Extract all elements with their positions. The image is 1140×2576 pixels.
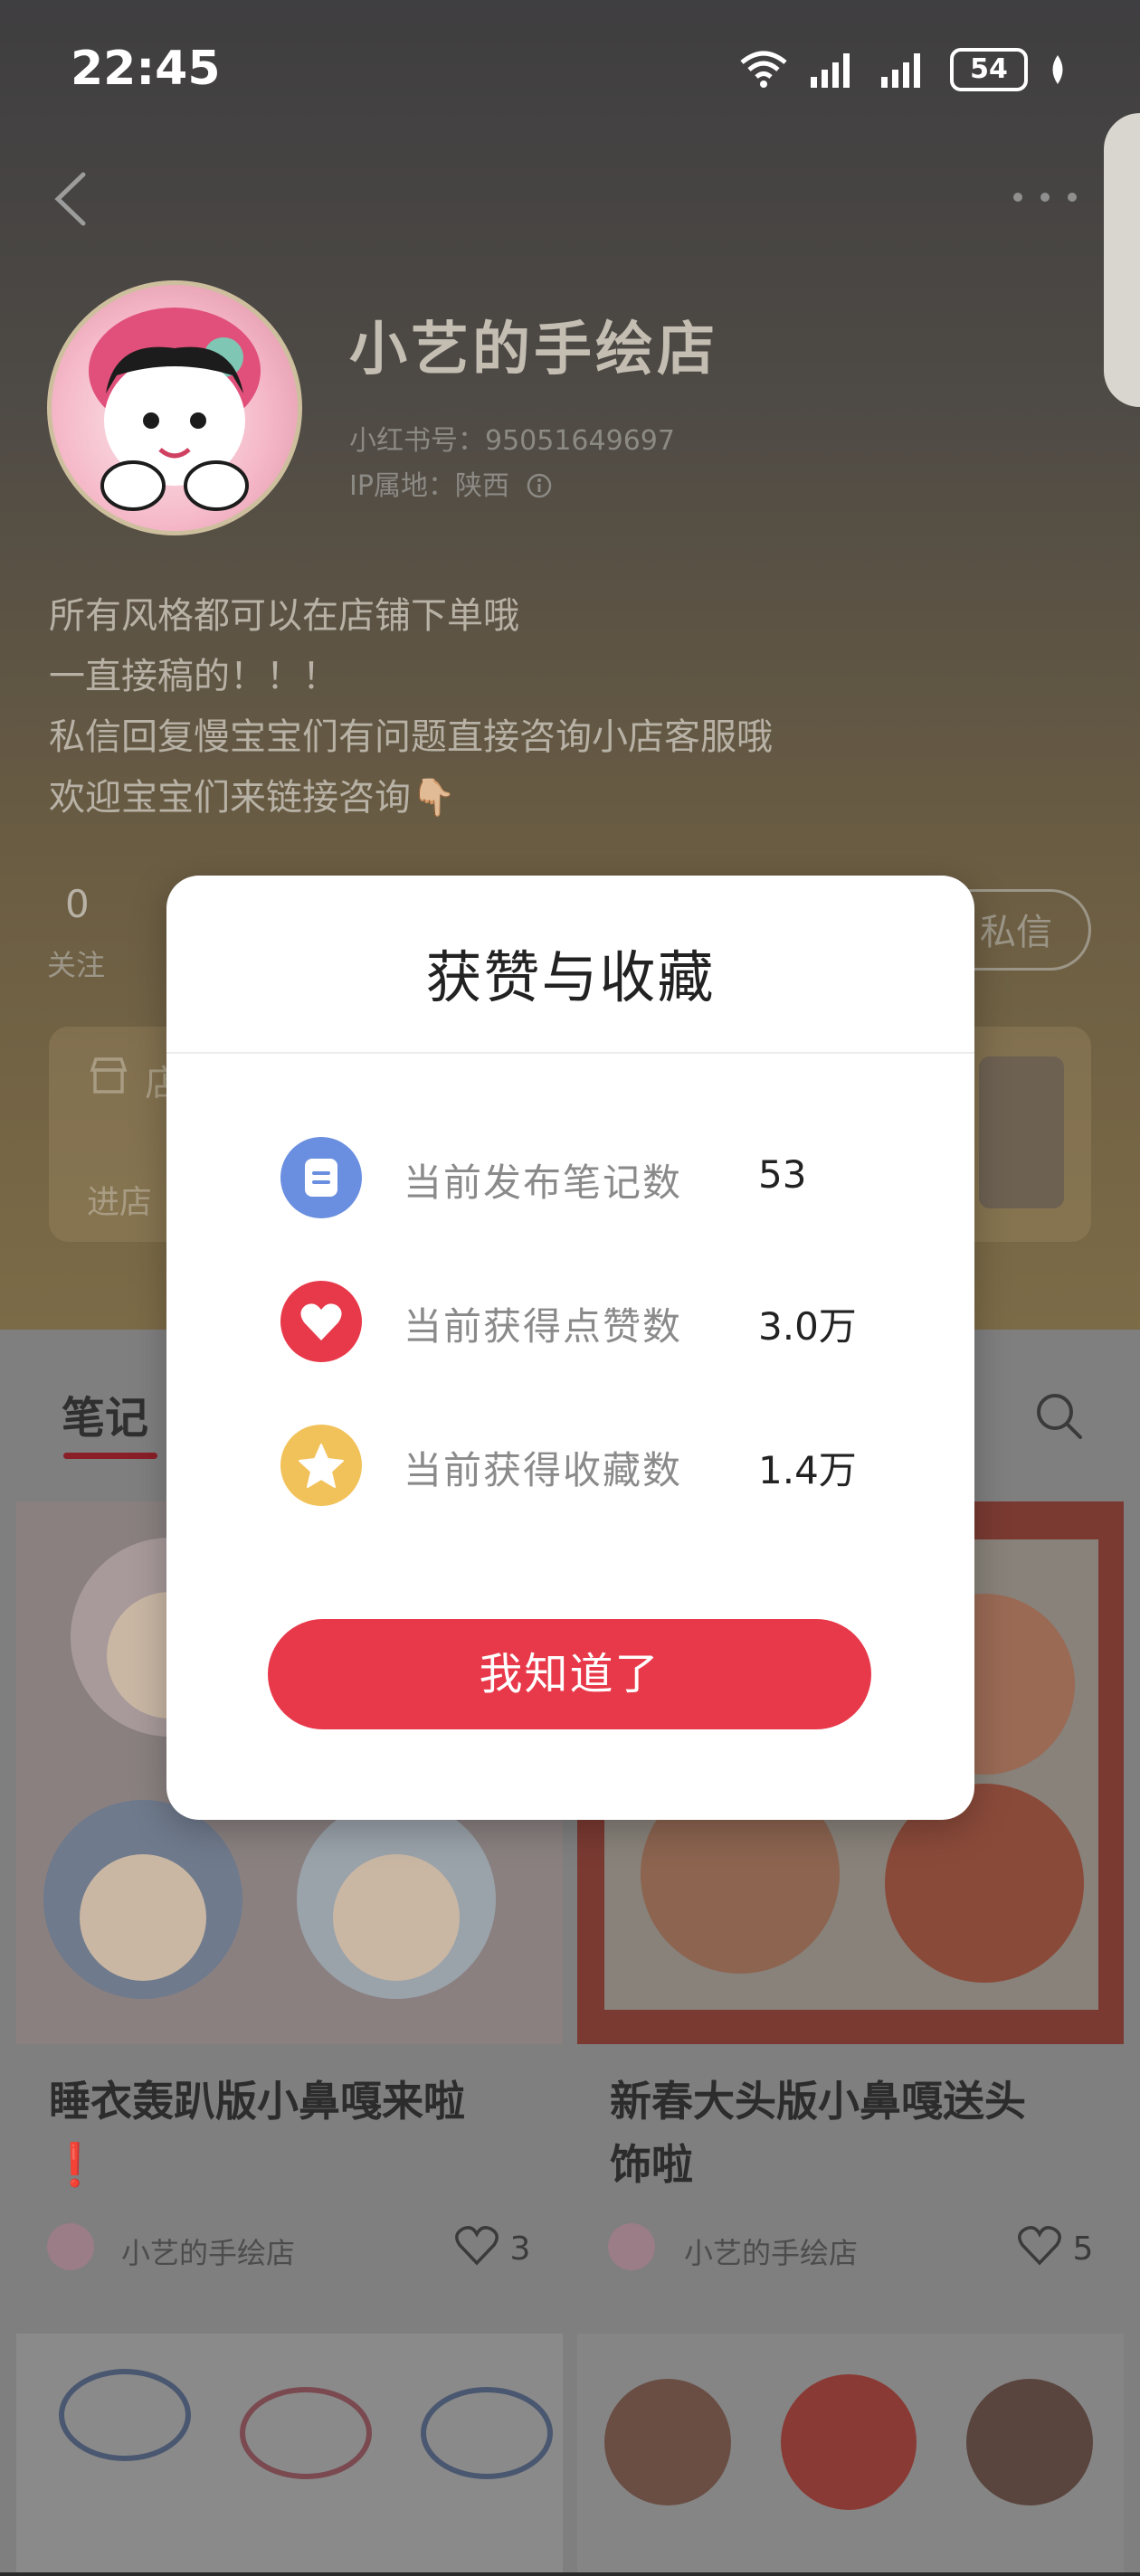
- note-title[interactable]: 新春大头版小鼻嘎送头: [610, 2069, 1026, 2133]
- shop-name: 小艺的手绘店: [349, 317, 718, 384]
- following-count[interactable]: 0: [65, 882, 90, 926]
- stat-value: 1.4万: [758, 1448, 857, 1492]
- stat-label: 当前发布笔记数: [404, 1160, 683, 1205]
- battery-indicator: 54: [950, 48, 1028, 91]
- note-cover-image[interactable]: [577, 2334, 1124, 2572]
- stat-label: 当前获得点赞数: [404, 1304, 683, 1349]
- heart-glyph: [300, 1303, 342, 1340]
- wifi-icon: [740, 51, 787, 88]
- dialog-title: 获赞与收藏: [425, 944, 716, 1010]
- profile-bio: 所有风格都可以在店铺下单哦 一直接稿的！！！ 私信回复慢宝宝们有问题直接咨询小店…: [49, 586, 773, 829]
- bio-line: 私信回复慢宝宝们有问题直接咨询小店客服哦: [49, 716, 773, 758]
- note-title-line2[interactable]: 饰啦: [610, 2133, 693, 2196]
- following-label[interactable]: 关注: [47, 942, 105, 984]
- avatar-illustration: [89, 308, 261, 511]
- note-author[interactable]: 小艺的手绘店: [121, 2230, 295, 2272]
- xhs-id: 小红书号：95051649697: [349, 425, 675, 457]
- signal-icon-2: [881, 53, 920, 88]
- ip-location-text: IP属地：陕西: [349, 470, 509, 502]
- notes-icon: [280, 1137, 362, 1218]
- bio-line: 所有风格都可以在店铺下单哦: [49, 595, 519, 637]
- heart-outline-icon: [1018, 2226, 1061, 2266]
- signal-icon: [811, 53, 850, 88]
- shop-avatar[interactable]: [47, 280, 302, 535]
- tab-notes[interactable]: 笔记: [62, 1382, 148, 1445]
- star-glyph: [299, 1444, 344, 1488]
- dialog-divider: [166, 1052, 974, 1054]
- star-icon: [280, 1425, 362, 1506]
- note-cover-art: [59, 2369, 553, 2479]
- store-enter-link[interactable]: 进店: [87, 1176, 152, 1223]
- tab-active-indicator: [63, 1453, 157, 1459]
- like-button[interactable]: 5: [1017, 2225, 1093, 2268]
- status-bar: 22:45 54: [0, 0, 1140, 136]
- note-author[interactable]: 小艺的手绘店: [684, 2230, 858, 2272]
- heart-icon: [280, 1281, 362, 1362]
- note-title-line2[interactable]: ❗: [49, 2133, 100, 2196]
- heart-outline-icon: [455, 2226, 499, 2266]
- search-icon[interactable]: [1031, 1388, 1086, 1443]
- like-count: 3: [509, 2230, 531, 2268]
- status-icons: 54: [738, 47, 1068, 92]
- note-cover-art: [604, 2374, 1093, 2510]
- like-count: 5: [1072, 2230, 1094, 2268]
- info-icon[interactable]: [526, 472, 553, 499]
- back-button[interactable]: [47, 167, 101, 231]
- stat-value: 3.0万: [758, 1304, 857, 1349]
- ip-location: IP属地：陕西: [349, 463, 553, 503]
- stat-value: 53: [758, 1152, 807, 1197]
- status-time: 22:45: [71, 42, 221, 96]
- chevron-left-icon: [54, 172, 86, 226]
- store-icon: [90, 1057, 128, 1094]
- more-button[interactable]: [1004, 179, 1086, 215]
- side-drawer-tab[interactable]: [1104, 113, 1140, 407]
- note-cover-image[interactable]: [16, 2334, 563, 2572]
- leaf-icon: [1052, 55, 1063, 84]
- bio-line: 欢迎宝宝们来链接咨询👇🏼: [49, 777, 456, 819]
- got-it-button[interactable]: 我知道了: [268, 1619, 871, 1729]
- store-product-thumbnail[interactable]: [979, 1056, 1064, 1208]
- like-button[interactable]: 3: [454, 2225, 530, 2268]
- author-avatar[interactable]: [47, 2223, 94, 2270]
- bio-line: 一直接稿的！！！: [49, 656, 338, 697]
- stat-label: 当前获得收藏数: [404, 1448, 683, 1492]
- author-avatar[interactable]: [608, 2223, 655, 2270]
- more-dots-icon: [1013, 193, 1077, 202]
- notes-glyph: [305, 1159, 337, 1197]
- note-title[interactable]: 睡衣轰趴版小鼻嘎来啦: [49, 2069, 465, 2133]
